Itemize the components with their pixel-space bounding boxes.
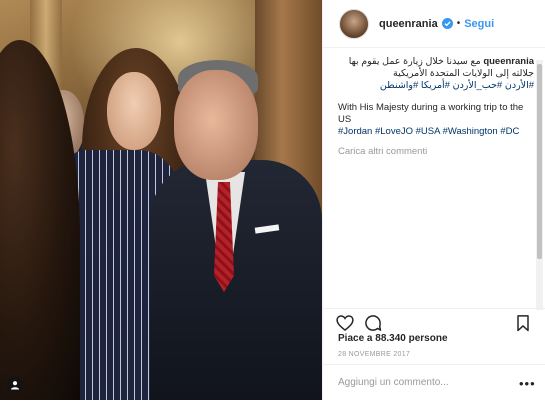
bookmark-icon[interactable] (513, 313, 533, 333)
post-details-pane: queenrania • Segui queenrania مع سيدنا خ… (322, 0, 545, 400)
avatar[interactable] (339, 8, 369, 39)
caption-arabic: queenrania مع سيدنا خلال زيارة عمل يقوم … (338, 56, 534, 92)
caption-english-text: With His Majesty during a working trip t… (338, 102, 524, 125)
person-icon (11, 381, 19, 390)
comments-scrollbar[interactable] (536, 60, 543, 310)
caption-arabic-hashtags[interactable]: #الأردن #حب_الأردن #أمريكا #واشنطن (380, 80, 534, 91)
comment-box: Aggiungi un commento... ••• (323, 364, 545, 401)
man-face (174, 70, 258, 180)
caption-english-hashtags[interactable]: #Jordan #LoveJO #USA #Washington #DC (338, 126, 519, 137)
comment-input[interactable]: Aggiungi un commento... (338, 377, 449, 388)
scrollbar-thumb[interactable] (537, 64, 542, 259)
tagged-users-button[interactable] (6, 376, 24, 394)
post-header: queenrania • Segui (323, 0, 545, 48)
load-more-comments-link[interactable]: Carica altri commenti (338, 146, 534, 158)
caption-area: queenrania مع سيدنا خلال زيارة عمل يقوم … (338, 56, 534, 308)
comment-icon[interactable] (363, 313, 383, 333)
caption-username[interactable]: queenrania (483, 56, 534, 67)
caption-english: With His Majesty during a working trip t… (338, 102, 534, 138)
likes-count[interactable]: Piace a 88.340 persone (338, 333, 448, 344)
heart-icon[interactable] (335, 313, 355, 333)
separator-dot: • (456, 18, 461, 29)
woman-face (107, 72, 161, 150)
post-username[interactable]: queenrania (379, 18, 438, 30)
verified-badge-icon (441, 18, 453, 29)
follow-button[interactable]: Segui (464, 18, 494, 30)
post-photo[interactable] (0, 0, 322, 400)
post-date[interactable]: 28 NOVEMBRE 2017 (338, 351, 410, 358)
more-options-button[interactable]: ••• (519, 376, 536, 391)
